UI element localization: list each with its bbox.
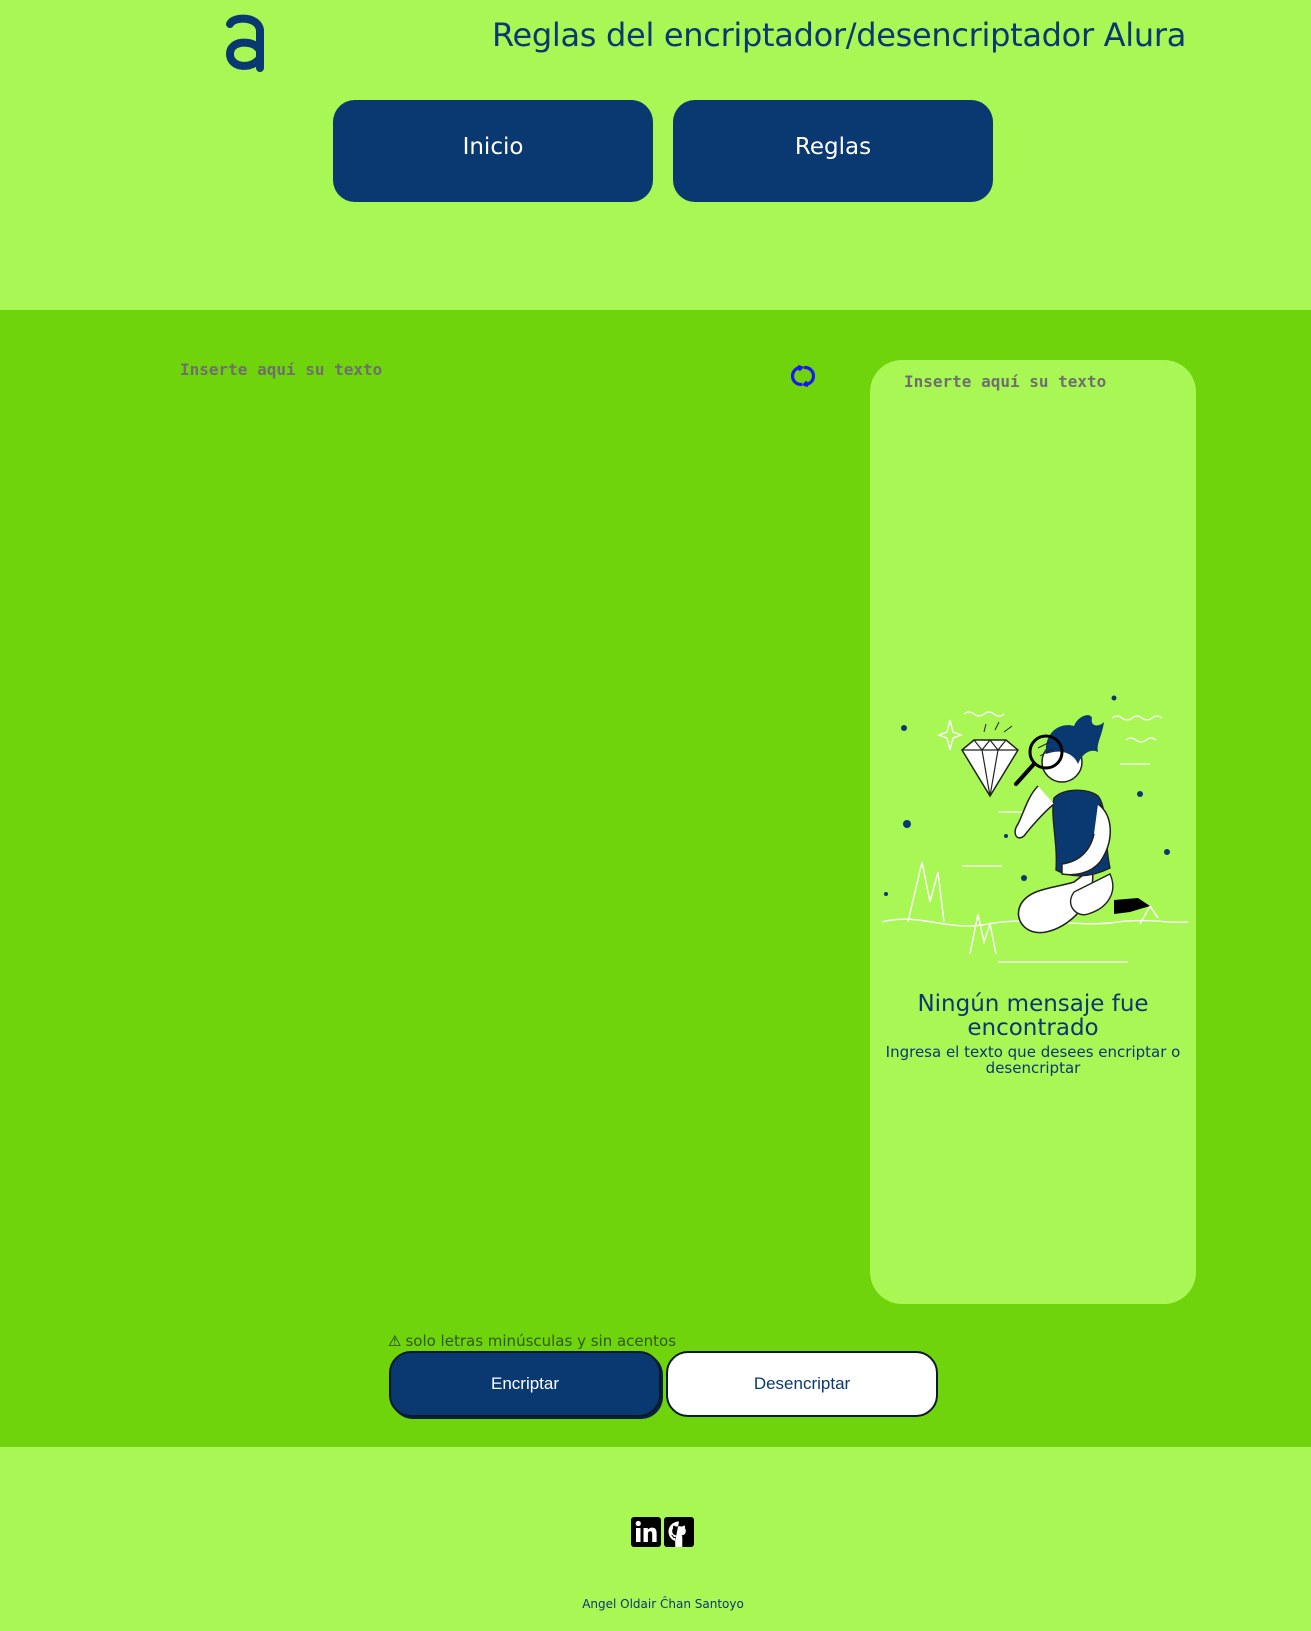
social-links — [631, 1517, 694, 1547]
alura-logo[interactable] — [222, 14, 270, 72]
warning-icon: ⚠ — [388, 1332, 402, 1350]
footer-credits: Angel Oldair Ĉhan Santoyo — [582, 1597, 744, 1611]
header: Reglas del encriptador/desencriptador Al… — [0, 0, 1311, 310]
search-illustration — [881, 695, 1189, 963]
warning-text: solo letras minúsculas y sin acentos — [405, 1332, 677, 1350]
input-textarea[interactable] — [180, 360, 780, 1240]
decrypt-button[interactable]: Desencriptar — [666, 1351, 938, 1417]
output-textarea[interactable] — [904, 372, 1174, 672]
page-title: Reglas del encriptador/desencriptador Al… — [492, 16, 1187, 54]
encrypt-button[interactable]: Encriptar — [389, 1351, 661, 1417]
nav-reglas-button[interactable]: Reglas — [673, 100, 993, 202]
warning-note: ⚠ solo letras minúsculas y sin acentos — [388, 1332, 676, 1350]
linkedin-icon[interactable] — [631, 1517, 661, 1547]
output-panel: Ningún mensaje fue encontrado Ingresa el… — [870, 360, 1196, 1304]
footer: Angel Oldair Ĉhan Santoyo — [0, 1447, 1311, 1631]
github-icon[interactable] — [664, 1517, 694, 1547]
main-section: Ningún mensaje fue encontrado Ingresa el… — [0, 310, 1311, 1447]
nav-inicio-button[interactable]: Inicio — [333, 100, 653, 202]
empty-state-subtitle: Ingresa el texto que desees encriptar o … — [885, 1043, 1181, 1077]
refresh-icon[interactable] — [791, 364, 815, 388]
empty-state-title: Ningún mensaje fue encontrado — [917, 991, 1149, 1041]
